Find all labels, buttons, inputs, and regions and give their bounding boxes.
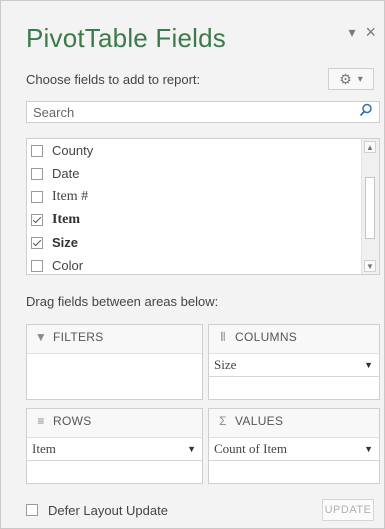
defer-layout-update[interactable]: Defer Layout Update <box>26 503 168 518</box>
field-item-size[interactable]: Size <box>27 231 362 254</box>
rows-area-header: ≡ ROWS <box>27 409 202 433</box>
pane-footer: Defer Layout Update UPDATE <box>26 499 374 521</box>
scroll-down-icon[interactable]: ▼ <box>364 260 376 272</box>
field-item-item-number[interactable]: Item # <box>27 185 362 208</box>
field-label: County <box>52 143 94 158</box>
values-area-header: Σ VALUES <box>209 409 379 433</box>
values-area[interactable]: Σ VALUES Count of Item ▼ <box>208 408 380 484</box>
field-list-items: County Date Item # Item Size Color <box>27 139 362 274</box>
rows-field-pill[interactable]: Item ▼ <box>27 438 202 461</box>
field-checkbox[interactable] <box>31 167 43 180</box>
field-checkbox[interactable] <box>31 213 43 226</box>
values-label: VALUES <box>235 414 284 428</box>
field-item-item[interactable]: Item <box>27 208 362 231</box>
field-item-date[interactable]: Date <box>27 162 362 185</box>
values-field-pill[interactable]: Count of Item ▼ <box>209 438 379 461</box>
pane-options-dropdown-icon[interactable]: ▾ <box>348 25 355 39</box>
filters-drop-zone[interactable] <box>27 353 202 399</box>
search-input[interactable] <box>33 104 359 120</box>
field-label: Size <box>52 235 79 250</box>
rows-drop-zone[interactable]: Item ▼ <box>27 437 202 483</box>
columns-icon: ⦀ <box>220 329 226 344</box>
pill-label: Size <box>214 357 237 372</box>
scroll-up-icon[interactable]: ▲ <box>364 141 376 153</box>
close-icon[interactable]: × <box>365 23 376 41</box>
pivottable-fields-pane: PivotTable Fields ▾ × Choose fields to a… <box>0 0 385 529</box>
field-checkbox[interactable] <box>31 259 43 272</box>
choose-fields-label: Choose fields to add to report: <box>26 71 201 87</box>
chevron-down-icon: ▾ <box>357 73 363 85</box>
update-button[interactable]: UPDATE <box>322 499 374 521</box>
rows-icon: ≡ <box>37 414 45 428</box>
field-label: Item <box>52 211 80 227</box>
gear-icon: ⚙ <box>339 70 352 87</box>
values-drop-zone[interactable]: Count of Item ▼ <box>209 437 379 483</box>
chevron-down-icon[interactable]: ▼ <box>364 360 373 370</box>
defer-layout-label: Defer Layout Update <box>48 502 168 518</box>
pill-label: Item <box>32 441 56 456</box>
title-controls: ▾ × <box>348 23 376 41</box>
field-list-scrollbar[interactable]: ▲ ▼ <box>361 139 379 274</box>
search-icon[interactable] <box>359 103 373 122</box>
filters-area-header: ▼ FILTERS <box>27 325 202 349</box>
columns-field-pill[interactable]: Size ▼ <box>209 354 379 377</box>
columns-label: COLUMNS <box>235 330 298 344</box>
field-label: Date <box>52 166 80 181</box>
columns-area[interactable]: ⦀ COLUMNS Size ▼ <box>208 324 380 400</box>
columns-area-header: ⦀ COLUMNS <box>209 325 379 349</box>
search-box[interactable] <box>26 101 380 123</box>
field-item-county[interactable]: County <box>27 139 362 162</box>
columns-drop-zone[interactable]: Size ▼ <box>209 353 379 399</box>
chevron-down-icon[interactable]: ▼ <box>364 444 373 454</box>
pane-title: PivotTable Fields <box>26 23 226 53</box>
field-item-color[interactable]: Color <box>27 254 362 274</box>
rows-label: ROWS <box>53 414 92 428</box>
filter-icon: ▼ <box>34 330 48 344</box>
filters-area[interactable]: ▼ FILTERS <box>26 324 203 400</box>
field-checkbox[interactable] <box>31 190 43 203</box>
rows-area[interactable]: ≡ ROWS Item ▼ <box>26 408 203 484</box>
sigma-icon: Σ <box>219 414 227 428</box>
defer-layout-checkbox[interactable] <box>26 504 38 516</box>
filters-label: FILTERS <box>53 330 104 344</box>
field-list-settings-button[interactable]: ⚙ ▾ <box>328 68 374 90</box>
pill-label: Count of Item <box>214 441 287 456</box>
field-label: Item # <box>52 188 89 204</box>
drag-fields-label: Drag fields between areas below: <box>26 294 219 309</box>
scroll-thumb[interactable] <box>365 177 375 239</box>
field-label: Color <box>52 258 84 273</box>
field-checkbox[interactable] <box>31 236 43 249</box>
choose-fields-row: Choose fields to add to report: ⚙ ▾ <box>26 68 374 90</box>
field-list: County Date Item # Item Size Color ▲ ▼ <box>26 138 380 275</box>
chevron-down-icon[interactable]: ▼ <box>187 444 196 454</box>
field-checkbox[interactable] <box>31 144 43 157</box>
